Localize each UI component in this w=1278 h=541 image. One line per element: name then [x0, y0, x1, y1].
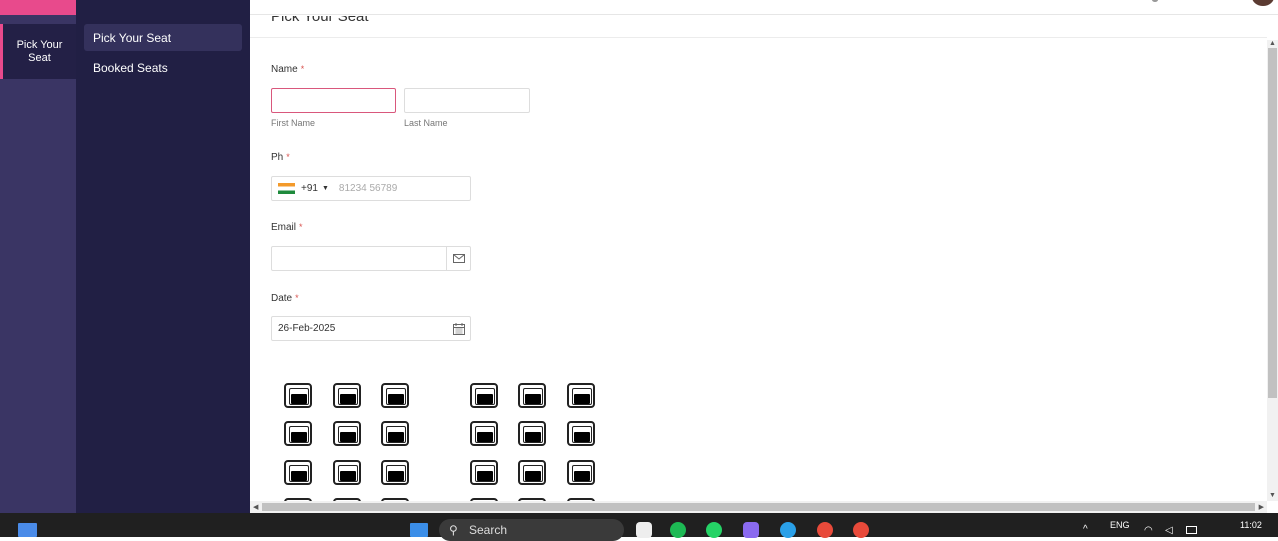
language-indicator[interactable]: ENG — [1110, 520, 1130, 530]
india-flag-icon[interactable] — [278, 183, 295, 194]
scroll-left-icon[interactable]: ◀ — [253, 503, 258, 511]
widgets-icon[interactable] — [18, 523, 37, 537]
chevron-up-icon[interactable]: ^ — [1083, 524, 1088, 535]
seat[interactable] — [518, 460, 546, 485]
page-header: Pick Your Seat — [250, 16, 1267, 38]
file-explorer-icon[interactable] — [636, 522, 652, 538]
seat[interactable] — [333, 460, 361, 485]
seat[interactable] — [567, 460, 595, 485]
subnav-item-booked-seats[interactable]: Booked Seats — [84, 54, 242, 81]
last-name-input[interactable] — [404, 88, 530, 113]
calendar-icon[interactable] — [446, 317, 471, 340]
seat[interactable] — [284, 421, 312, 446]
rail-accent-bar — [0, 0, 76, 15]
vertical-scrollbar[interactable]: ▲ ▼ — [1267, 40, 1278, 501]
app-window: Pick Your Seat Pick Your Seat Booked Sea… — [0, 0, 1278, 513]
seat[interactable] — [381, 383, 409, 408]
secondary-nav: Pick Your Seat Booked Seats — [76, 0, 250, 513]
windows-start-icon[interactable] — [410, 523, 428, 537]
avatar[interactable] — [1252, 0, 1274, 6]
taskbar: ⚲ Search ^ ENG ◠ ◁ 11:02 — [0, 513, 1278, 541]
horizontal-scroll-thumb[interactable] — [262, 503, 1255, 511]
seat[interactable] — [567, 421, 595, 446]
seat[interactable] — [518, 421, 546, 446]
page-title: Pick Your Seat — [271, 16, 369, 25]
wifi-icon[interactable]: ◠ — [1144, 525, 1153, 536]
chevron-down-icon[interactable]: ▼ — [322, 185, 329, 192]
seat[interactable] — [284, 383, 312, 408]
chrome-profile-icon[interactable] — [853, 522, 869, 538]
date-label: Date * — [271, 293, 299, 304]
search-icon: ⚲ — [449, 523, 458, 537]
phone-placeholder: 81234 56789 — [338, 183, 398, 194]
top-bar — [250, 0, 1278, 15]
seat[interactable] — [284, 460, 312, 485]
spotify-icon[interactable] — [670, 522, 686, 538]
country-code[interactable]: +91 — [301, 183, 318, 194]
notification-icon[interactable] — [1152, 0, 1158, 2]
first-name-sublabel: First Name — [271, 118, 316, 128]
clock-time[interactable]: 11:02 — [1240, 520, 1262, 530]
seat[interactable] — [470, 383, 498, 408]
phone-label: Ph * — [271, 152, 290, 163]
scroll-down-icon[interactable]: ▼ — [1269, 492, 1276, 499]
taskbar-search[interactable]: ⚲ Search — [439, 519, 624, 541]
name-label: Name * — [271, 64, 305, 75]
email-field[interactable] — [271, 246, 471, 271]
envelope-icon — [446, 247, 471, 270]
scroll-up-icon[interactable]: ▲ — [1269, 40, 1276, 47]
first-name-input[interactable] — [271, 88, 396, 113]
last-name-sublabel: Last Name — [404, 118, 448, 128]
subnav-item-pick-your-seat[interactable]: Pick Your Seat — [84, 24, 242, 51]
seat[interactable] — [470, 421, 498, 446]
horizontal-scrollbar[interactable]: ◀ ▶ — [250, 501, 1267, 513]
volume-icon[interactable]: ◁ — [1165, 525, 1173, 536]
search-label: Search — [469, 523, 508, 537]
vertical-scroll-thumb[interactable] — [1268, 48, 1277, 398]
seat[interactable] — [518, 383, 546, 408]
edge-icon[interactable] — [780, 522, 796, 538]
seat[interactable] — [381, 421, 409, 446]
email-label: Email * — [271, 222, 303, 233]
battery-icon[interactable] — [1186, 526, 1197, 534]
phone-input[interactable]: +91 ▼ 81234 56789 — [271, 176, 471, 201]
main-content: Pick Your Seat Name * First Name Last Nam… — [250, 16, 1267, 501]
seat[interactable] — [333, 421, 361, 446]
whatsapp-icon[interactable] — [706, 522, 722, 538]
left-rail: Pick Your Seat — [0, 0, 76, 513]
seat[interactable] — [567, 383, 595, 408]
rail-item-pick-your-seat[interactable]: Pick Your Seat — [0, 24, 76, 79]
date-field[interactable]: 26-Feb-2025 — [271, 316, 471, 341]
chrome-icon[interactable] — [817, 522, 833, 538]
scroll-right-icon[interactable]: ▶ — [1259, 503, 1264, 511]
seat[interactable] — [470, 460, 498, 485]
seat[interactable] — [381, 460, 409, 485]
seat[interactable] — [333, 383, 361, 408]
copilot-icon[interactable] — [743, 522, 759, 538]
